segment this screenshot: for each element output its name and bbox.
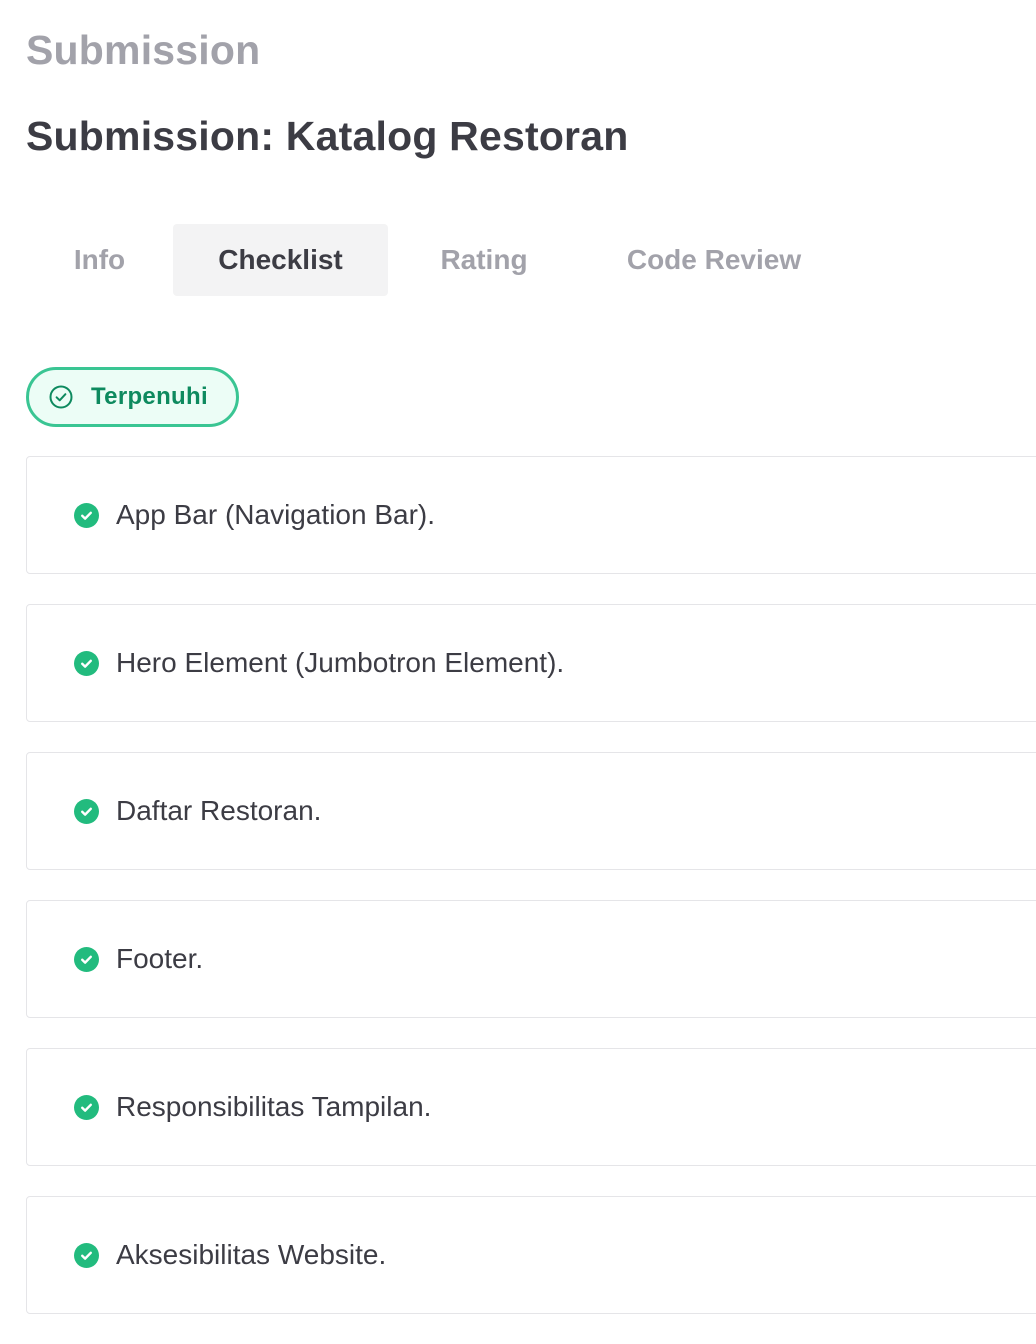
tab-code-review[interactable]: Code Review (580, 224, 848, 296)
status-label: Terpenuhi (91, 383, 208, 410)
check-circle-filled-icon (74, 502, 99, 528)
tab-bar: Info Checklist Rating Code Review (26, 224, 848, 296)
circle-check-outline-icon (48, 384, 74, 410)
checklist-item: Hero Element (Jumbotron Element). (26, 604, 1036, 722)
check-circle-filled-icon (74, 1094, 99, 1120)
checklist-item: Responsibilitas Tampilan. (26, 1048, 1036, 1166)
status-badge: Terpenuhi (26, 367, 239, 427)
checklist-item: Aksesibilitas Website. (26, 1196, 1036, 1314)
tab-checklist[interactable]: Checklist (173, 224, 388, 296)
check-circle-filled-icon (74, 798, 99, 824)
checklist-item-label: Aksesibilitas Website. (116, 1239, 387, 1270)
check-circle-filled-icon (74, 1242, 99, 1268)
checklist-item-label: Daftar Restoran. (116, 795, 322, 826)
checklist-item: Footer. (26, 900, 1036, 1018)
checklist-item-label: Responsibilitas Tampilan. (116, 1091, 432, 1122)
checklist: App Bar (Navigation Bar). Hero Element (… (26, 456, 1036, 1344)
page-title: Submission: Katalog Restoran (26, 113, 629, 159)
check-circle-filled-icon (74, 946, 99, 972)
checklist-item-label: Footer. (116, 943, 204, 974)
check-circle-filled-icon (74, 650, 99, 676)
checklist-item-label: Hero Element (Jumbotron Element). (116, 647, 565, 678)
checklist-item: Daftar Restoran. (26, 752, 1036, 870)
tab-info[interactable]: Info (26, 224, 173, 296)
section-heading: Submission (26, 27, 261, 73)
checklist-item-label: App Bar (Navigation Bar). (116, 499, 436, 530)
tab-rating[interactable]: Rating (388, 224, 580, 296)
checklist-item: App Bar (Navigation Bar). (26, 456, 1036, 574)
